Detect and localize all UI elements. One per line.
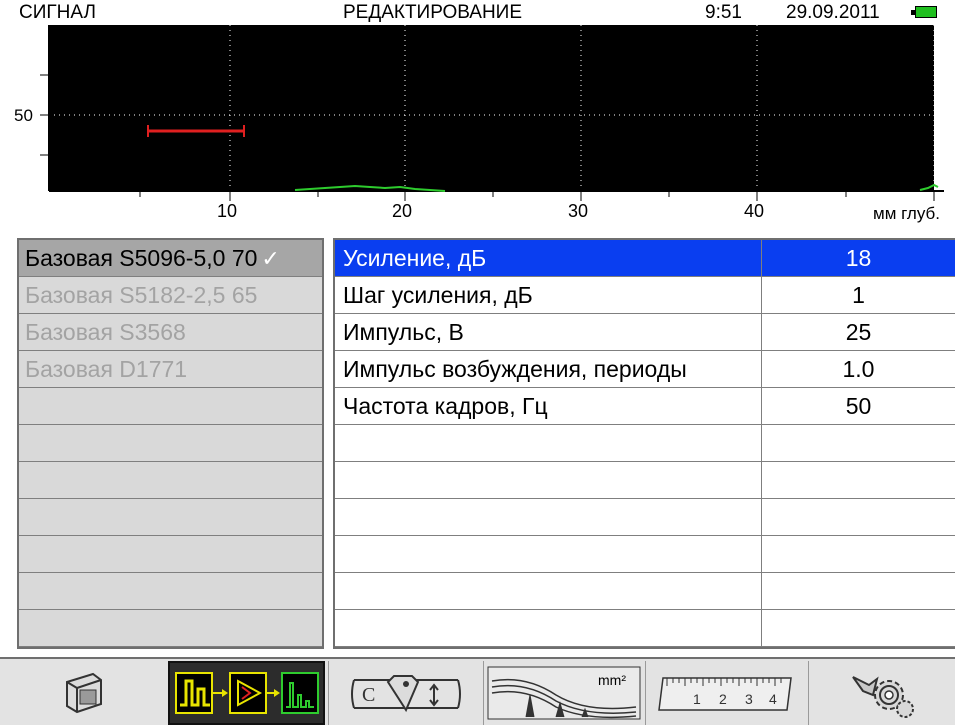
tvg-curve-icon: mm² — [487, 666, 640, 720]
x-axis-unit: мм глуб. — [873, 204, 940, 223]
probe-label: Базовая D1771 — [25, 356, 188, 382]
table-row[interactable] — [335, 536, 955, 573]
table-row[interactable]: Шаг усиления, дБ 1 — [335, 277, 955, 314]
tvg-button[interactable]: mm² — [483, 661, 643, 725]
table-row[interactable] — [335, 610, 955, 647]
ruler-icon: 1 2 3 4 — [657, 677, 792, 711]
param-value[interactable] — [762, 610, 955, 646]
param-name — [335, 462, 762, 498]
list-item[interactable] — [19, 462, 322, 499]
settings-button[interactable] — [808, 661, 955, 725]
plot-area — [49, 25, 934, 191]
x-tick-label: 20 — [392, 201, 412, 221]
param-name — [335, 499, 762, 535]
param-value[interactable]: 25 — [762, 314, 955, 350]
table-row[interactable]: Частота кадров, Гц 50 — [335, 388, 955, 425]
probe-label: Базовая S3568 — [25, 319, 186, 345]
status-bar: СИГНАЛ РЕДАКТИРОВАНИЕ 9:51 29.09.2011 — [0, 0, 955, 25]
transducer-button[interactable] — [0, 661, 165, 725]
screen-title: РЕДАКТИРОВАНИЕ — [343, 2, 523, 23]
list-item[interactable] — [19, 388, 322, 425]
param-name: Шаг усиления, дБ — [335, 277, 762, 313]
settings-gears-icon — [852, 676, 914, 718]
param-value[interactable]: 1 — [762, 277, 955, 313]
list-item[interactable] — [19, 536, 322, 573]
clock-date: 29.09.2011 — [786, 2, 880, 23]
probe-list[interactable]: Базовая S5096-5,0 70 ✓ Базовая S5182-2,5 … — [17, 238, 324, 649]
list-item[interactable] — [19, 425, 322, 462]
param-value[interactable] — [762, 425, 955, 461]
list-item[interactable]: Базовая D1771 — [19, 351, 322, 388]
param-value[interactable] — [762, 462, 955, 498]
ruler-number: 1 — [693, 691, 701, 707]
transducer-icon — [65, 672, 102, 714]
list-item[interactable]: Базовая S3568 — [19, 314, 322, 351]
probe-label: Базовая S5182-2,5 65 — [25, 282, 258, 308]
param-name: Импульс, В — [335, 314, 762, 350]
ruler-number: 3 — [745, 691, 753, 707]
list-item[interactable] — [19, 499, 322, 536]
y-axis-label: 50 — [14, 106, 33, 125]
table-row[interactable] — [335, 573, 955, 610]
param-name — [335, 536, 762, 572]
calibration-letter: C — [362, 684, 375, 706]
bottom-toolbar: C mm² 1 2 3 4 — [0, 657, 955, 725]
parameter-table[interactable]: Усиление, дБ 18 Шаг усиления, дБ 1 Импульс… — [333, 238, 955, 649]
ruler-number: 4 — [769, 691, 777, 707]
param-value[interactable] — [762, 536, 955, 572]
param-name — [335, 425, 762, 461]
signal-chain-button[interactable] — [168, 661, 325, 725]
list-item[interactable]: Базовая S5096-5,0 70 ✓ — [19, 240, 322, 277]
battery-icon — [911, 6, 937, 18]
ruler-button[interactable]: 1 2 3 4 — [645, 661, 807, 725]
list-item[interactable] — [19, 610, 322, 647]
checkmark-icon: ✓ — [261, 246, 280, 271]
x-tick-label: 30 — [568, 201, 588, 221]
param-value[interactable]: 50 — [762, 388, 955, 424]
mode-label: СИГНАЛ — [19, 2, 96, 23]
table-row[interactable]: Импульс, В 25 — [335, 314, 955, 351]
table-row[interactable] — [335, 425, 955, 462]
param-value[interactable]: 1.0 — [762, 351, 955, 387]
table-row[interactable]: Усиление, дБ 18 — [335, 240, 955, 277]
ruler-number: 2 — [719, 691, 727, 707]
param-name — [335, 573, 762, 609]
param-value[interactable] — [762, 573, 955, 609]
param-name: Усиление, дБ — [335, 240, 762, 276]
table-row[interactable] — [335, 462, 955, 499]
param-name: Импульс возбуждения, периоды — [335, 351, 762, 387]
x-tick-label: 40 — [744, 201, 764, 221]
param-name: Частота кадров, Гц — [335, 388, 762, 424]
signal-chain-icon — [174, 672, 319, 714]
clock-time: 9:51 — [705, 2, 742, 23]
signal-plot[interactable]: 50 10 20 30 40 мм глуб. — [0, 25, 955, 230]
tvg-unit: mm² — [598, 672, 626, 688]
param-value[interactable]: 18 — [762, 240, 955, 276]
table-row[interactable]: Импульс возбуждения, периоды 1.0 — [335, 351, 955, 388]
list-item[interactable] — [19, 573, 322, 610]
table-row[interactable] — [335, 499, 955, 536]
param-name — [335, 610, 762, 646]
x-tick-label: 10 — [217, 201, 237, 221]
calibration-button[interactable]: C — [328, 661, 483, 725]
probe-label: Базовая S5096-5,0 70 — [25, 245, 258, 271]
x-axis-ticks — [139, 191, 935, 201]
list-item[interactable]: Базовая S5182-2,5 65 — [19, 277, 322, 314]
probe-calibration-icon: C — [351, 675, 461, 713]
param-value[interactable] — [762, 499, 955, 535]
